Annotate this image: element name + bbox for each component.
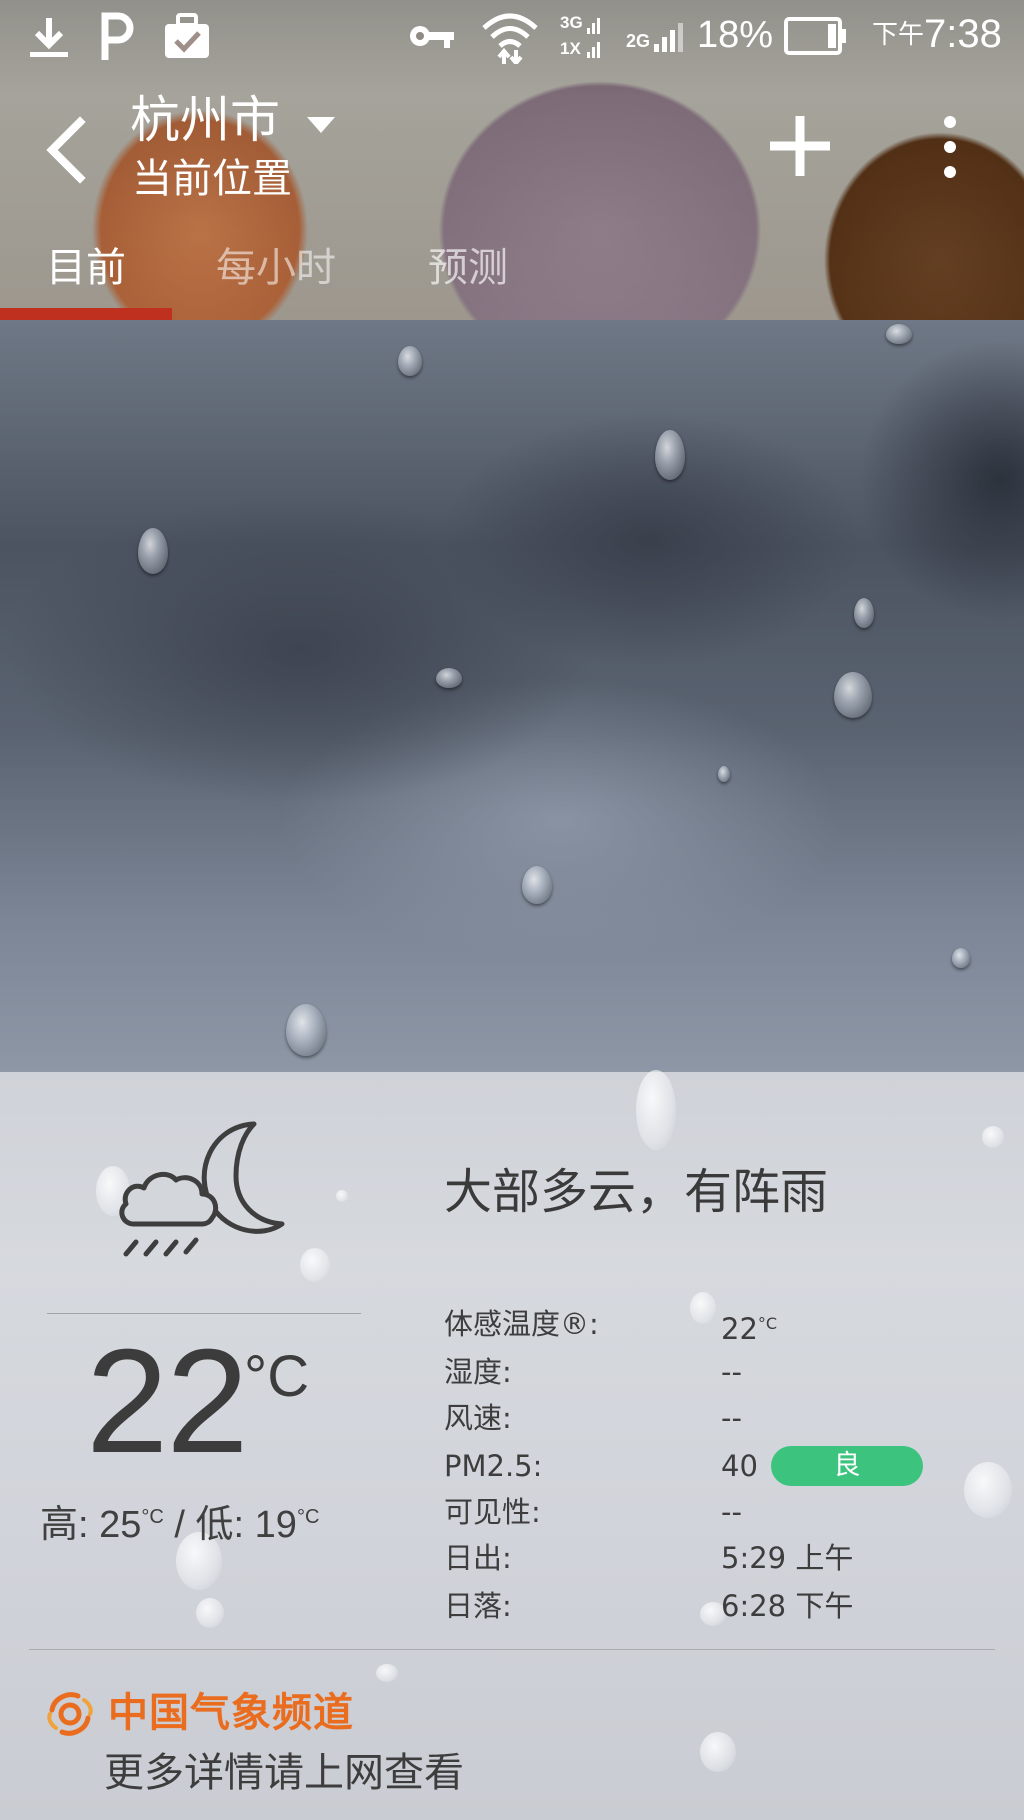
tab-hourly[interactable]: 每小时: [216, 243, 336, 293]
dropdown-arrow-icon[interactable]: [305, 115, 337, 135]
vpn-key-icon: [410, 26, 454, 48]
tab-current[interactable]: 目前: [46, 243, 126, 293]
p-icon: [101, 12, 134, 60]
network-1x-label: 1X: [560, 39, 581, 58]
temperature-unit: °C: [244, 1344, 310, 1409]
tab-forecast[interactable]: 预测: [428, 243, 508, 293]
weather-channel-brand[interactable]: 中国气象频道: [108, 1688, 354, 1738]
divider: [47, 1313, 361, 1314]
weather-channel-logo-icon[interactable]: [46, 1690, 94, 1738]
status-bar: 3G 1X 2G 18% 下午7:38: [0, 0, 1024, 72]
feels-like-label: 体感温度®:: [444, 1307, 599, 1341]
network-2g-label: 2G: [626, 31, 651, 51]
weather-background-image: [0, 320, 1024, 1072]
sunrise-label: 日出:: [444, 1541, 512, 1575]
wifi-icon: [482, 13, 538, 64]
signal-2g-icon: [654, 23, 683, 52]
humidity-value: --: [721, 1355, 742, 1389]
header-wallpaper: 3G 1X 2G 18% 下午7:38 杭州市 当前位置 目前 每小时 预测: [0, 0, 1024, 320]
sunset-value: 6:28 下午: [721, 1589, 854, 1623]
sunrise-value: 5:29 上午: [721, 1541, 854, 1575]
more-options-icon[interactable]: [930, 112, 970, 182]
cloudy-night-showers-icon: [119, 1121, 285, 1257]
high-low-temperature: 高: 25°C / 低: 19°C: [40, 1504, 320, 1546]
battery-percent: 18%: [697, 14, 774, 56]
clock: 下午7:38: [872, 12, 1002, 56]
tab-indicator: [0, 308, 172, 320]
high-temperature: 25: [99, 1504, 142, 1546]
humidity-label: 湿度:: [444, 1355, 512, 1389]
more-details-link[interactable]: 更多详情请上网查看: [104, 1748, 464, 1798]
location-label: 当前位置: [132, 156, 292, 202]
low-temperature: 19: [254, 1504, 297, 1546]
divider: [29, 1649, 995, 1650]
air-quality-badge: 良: [771, 1446, 923, 1486]
pm25-value: 40: [721, 1449, 758, 1483]
network-3g-label: 3G: [560, 13, 583, 32]
signal-icon: [587, 18, 600, 58]
wind-speed-label: 风速:: [444, 1401, 512, 1435]
wind-speed-value: --: [721, 1401, 742, 1435]
download-icon: [30, 18, 68, 57]
briefcase-check-icon: [165, 13, 209, 58]
city-name[interactable]: 杭州市: [130, 90, 280, 150]
visibility-label: 可见性:: [444, 1495, 541, 1529]
condition-text: 大部多云，有阵雨: [444, 1164, 829, 1220]
add-city-button[interactable]: [766, 112, 834, 180]
back-button[interactable]: [38, 112, 98, 188]
pm25-label: PM2.5:: [444, 1449, 543, 1483]
visibility-value: --: [721, 1495, 742, 1529]
battery-icon: [784, 17, 846, 55]
sunset-label: 日落:: [444, 1589, 512, 1623]
current-temperature: 22: [86, 1319, 249, 1484]
feels-like-value: 22°C: [721, 1312, 778, 1346]
